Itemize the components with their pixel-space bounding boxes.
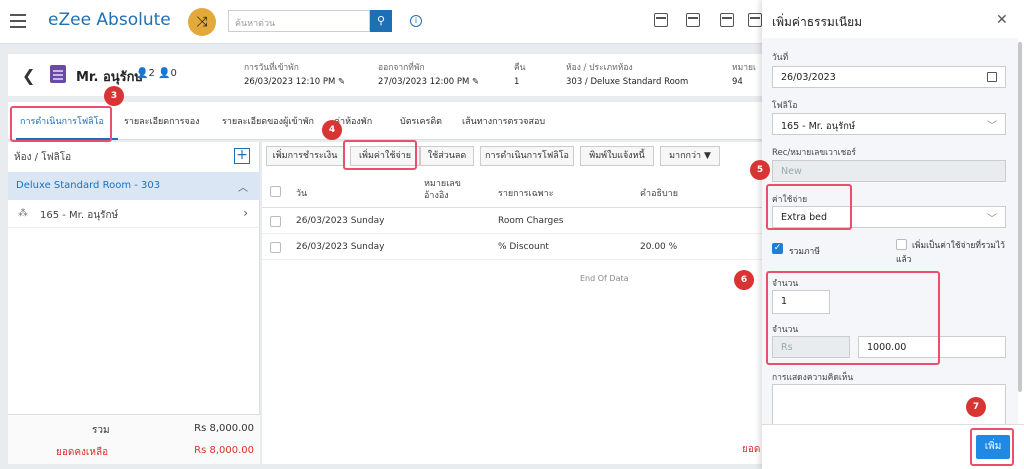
tab-reservation-details[interactable]: รายละเอียดการจอง (124, 114, 200, 128)
checkin-field: การวันที่เข้าพัก 26/03/2023 12:10 PM ✎ (244, 63, 346, 87)
expense-label: ค่าใช้จ่าย (772, 195, 808, 205)
date-field[interactable]: 26/03/2023 (772, 66, 1006, 88)
chevron-down-icon: ﹀ (987, 121, 997, 132)
calendar-icon[interactable] (686, 13, 700, 27)
step-badge-5: 5 (750, 160, 770, 180)
menu-icon[interactable] (10, 14, 26, 28)
step-badge-6: 6 (734, 270, 754, 290)
total-value: Rs 8,000.00 (194, 423, 254, 434)
room-type-field: ห้อง / ประเภทห้อง 303 / Deluxe Standard … (566, 63, 689, 87)
add-button[interactable]: เพิ่ม (976, 435, 1010, 459)
include-tax-label: รวมภาษี (789, 247, 820, 257)
info-icon[interactable]: i (410, 15, 422, 27)
voucher-input[interactable]: New (772, 160, 1006, 182)
chevron-right-icon[interactable]: › (243, 206, 248, 220)
drawer-scrollbar[interactable] (1018, 42, 1022, 392)
calendar-add-icon[interactable] (654, 13, 668, 27)
table-row[interactable]: 26/03/2023 Sunday % Discount 20.00 % (262, 234, 768, 260)
chevron-up-icon[interactable]: ︿ (238, 179, 248, 194)
search-button[interactable]: ⚲ (370, 10, 392, 32)
amount-label: จำนวน (772, 325, 799, 335)
guest-name: Mr. อนุรักษ์ (76, 70, 144, 85)
more-button[interactable]: มากกว่า ▼ (660, 146, 720, 166)
folio-guest-item[interactable]: ⁂ 165 - Mr. อนุรักษ์ › (8, 200, 260, 228)
calendar-week-icon[interactable] (748, 13, 762, 27)
include-tax-checkbox[interactable]: ✓ (772, 243, 783, 254)
folio-room-label: Deluxe Standard Room - 303 (16, 180, 161, 191)
search-input[interactable]: ค้นหาด่วน (228, 10, 370, 32)
tab-guest-details[interactable]: รายละเอียดของผู้เข้าพัก (222, 114, 314, 128)
add-folio-icon[interactable]: + (234, 148, 250, 164)
person-count: 👤2 👤0 (136, 68, 177, 79)
quantity-label: จำนวน (772, 279, 799, 289)
amount-input[interactable]: 1000.00 (858, 336, 1006, 358)
checkout-field: ออกจากที่พัก 27/03/2023 12:00 PM ✎ (378, 63, 480, 87)
step-badge-3: 3 (104, 86, 124, 106)
tab-folio-operations[interactable]: การดำเนินการโฟลิโอ (20, 114, 104, 128)
tab-audit-trail[interactable]: เส้นทางการตรวจสอบ (462, 114, 545, 128)
folio-header: ห้อง / โฟลิโอ (14, 152, 72, 163)
tab-bar: การดำเนินการโฟลิโอ รายละเอียดการจอง รายล… (8, 102, 768, 140)
date-label: วันที่ (772, 53, 789, 63)
drawer-footer: เพิ่ม (762, 424, 1024, 469)
currency-field: Rs (772, 336, 850, 358)
end-of-data: End Of Data (580, 274, 629, 283)
number-field: หมายเ 94 (732, 63, 756, 87)
step-badge-4: 4 (322, 120, 342, 140)
row-checkbox[interactable] (270, 242, 281, 253)
voucher-label: Rec/หมายเลขเวาเชอร์ (772, 148, 856, 158)
col-description: คำอธิบาย (640, 189, 679, 199)
close-icon[interactable]: ✕ (996, 12, 1008, 28)
table-row[interactable]: 26/03/2023 Sunday Room Charges (262, 208, 768, 234)
balance-value: Rs 8,000.00 (194, 445, 254, 456)
nights-field: คืน 1 (514, 63, 526, 87)
folio-room-item[interactable]: Deluxe Standard Room - 303 ︿ (8, 172, 260, 200)
comment-label: การแสดงความคิดเห็น (772, 373, 854, 383)
balance-truncated: ยอด (742, 444, 761, 455)
transactions-panel: เพิ่มการชำระเงิน เพิ่มค่าใช้จ่าย ใช้ส่วน… (262, 142, 768, 464)
calendar-icon[interactable] (987, 72, 997, 82)
col-ref: หมายเลข อ้างอิง (424, 179, 461, 201)
folio-label: โฟลิโอ (772, 101, 798, 111)
apply-discount-button[interactable]: ใช้ส่วนลด (420, 146, 474, 166)
folio-select[interactable]: 165 - Mr. อนุรักษ์ ﹀ (772, 113, 1006, 135)
building-icon (50, 65, 66, 83)
shuffle-icon[interactable]: ⤨ (188, 8, 216, 36)
folio-operations-button[interactable]: การดำเนินการโฟลิโอ (480, 146, 574, 166)
print-invoice-button[interactable]: พิมพ์ใบแจ้งหนี้ (580, 146, 654, 166)
quantity-input[interactable]: 1 (772, 290, 830, 314)
chevron-down-icon: ﹀ (987, 214, 997, 225)
add-payment-button[interactable]: เพิ่มการชำระเงิน (266, 146, 344, 166)
add-charge-drawer: เพิ่มค่าธรรมเนียม ✕ วันที่ 26/03/2023 โฟ… (762, 0, 1024, 469)
select-all-checkbox[interactable] (270, 186, 281, 197)
active-tab-indicator (16, 138, 118, 140)
drawer-title: เพิ่มค่าธรรมเนียม (772, 15, 863, 29)
balance-label: ยอดคงเหลือ (56, 447, 109, 458)
grid-header: วัน หมายเลข อ้างอิง รายการเฉพาะ คำอธิบาย (262, 174, 768, 208)
col-day: วัน (296, 189, 308, 199)
people-icon: ⁂ (18, 208, 28, 219)
expense-select[interactable]: Extra bed ﹀ (772, 206, 1006, 228)
row-checkbox[interactable] (270, 216, 281, 227)
step-badge-7: 7 (966, 397, 986, 417)
drawer-body: วันที่ 26/03/2023 โฟลิโอ 165 - Mr. อนุรั… (762, 38, 1018, 428)
folio-totals: รวม Rs 8,000.00 ยอดคงเหลือ Rs 8,000.00 (8, 414, 260, 464)
tab-credit-card[interactable]: บัตรเครดิต (400, 114, 442, 128)
col-item: รายการเฉพาะ (498, 189, 554, 199)
folio-panel: ห้อง / โฟลิโอ + Deluxe Standard Room - 3… (8, 142, 260, 464)
calendar-month-icon[interactable] (720, 13, 734, 27)
folio-guest-label: 165 - Mr. อนุรักษ์ (40, 210, 119, 221)
app-logo[interactable]: eZee Absolute (48, 10, 171, 30)
back-arrow-icon[interactable]: ❮ (22, 66, 35, 85)
add-charge-button[interactable]: เพิ่มค่าใช้จ่าย (350, 146, 420, 166)
add-as-included-label: เพิ่มเป็นค่าใช้จ่ายที่รวมไว้แล้ว (896, 241, 1005, 265)
total-label: รวม (92, 425, 110, 436)
